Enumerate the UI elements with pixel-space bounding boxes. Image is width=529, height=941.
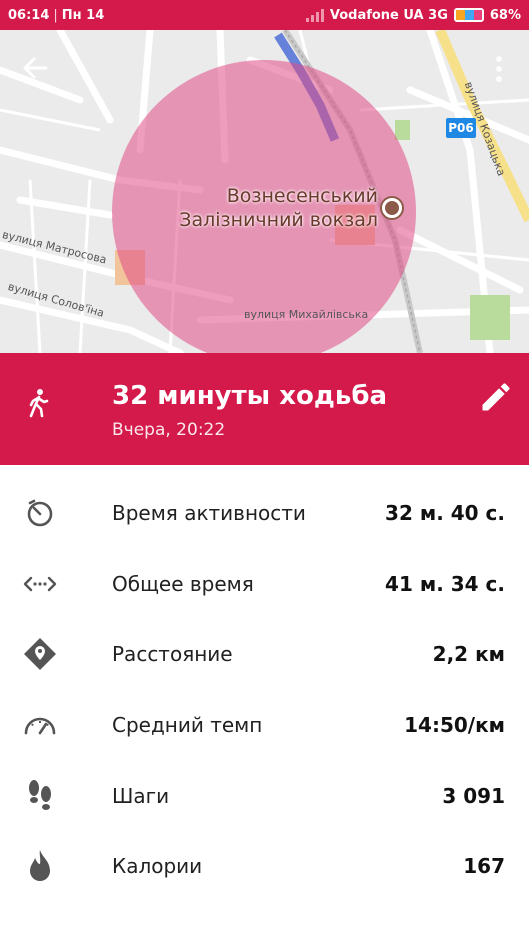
street-label-mykhailivska: вулиця Михайлівська [244, 308, 369, 321]
activity-title: 32 минуты ходьба [112, 381, 388, 411]
stat-row-distance: Расстояние 2,2 км [0, 619, 529, 690]
status-bar: 06:14 | Пн 14 Vodafone UA 3G 68% [0, 0, 529, 30]
pencil-icon [482, 383, 510, 411]
arrow-left-icon [23, 57, 48, 79]
battery-icon [453, 8, 484, 22]
stat-label: Калории [112, 854, 203, 879]
stat-row-total-time: Общее время 41 м. 34 с. [0, 549, 529, 620]
stat-value: 14:50/км [404, 713, 505, 738]
stat-value: 41 м. 34 с. [385, 571, 505, 596]
status-carrier: Vodafone UA 3G [329, 7, 448, 23]
distance-pin-icon [22, 636, 58, 672]
stat-label: Средний темп [112, 713, 263, 738]
stat-value: 167 [463, 854, 505, 879]
station-pin-icon[interactable] [382, 198, 402, 218]
speedometer-icon [22, 707, 58, 743]
walking-icon [25, 388, 51, 418]
status-time: 06:14 [8, 7, 50, 23]
footsteps-icon [22, 778, 58, 814]
back-button[interactable] [22, 56, 62, 88]
status-separator: | [53, 7, 58, 23]
station-name-line1: Вознесенський [226, 185, 378, 207]
flame-icon [22, 848, 58, 884]
stat-row-calories: Калории 167 [0, 831, 529, 902]
edit-button[interactable] [478, 379, 514, 415]
activity-date: Вчера, 20:22 [112, 420, 226, 440]
stat-value: 32 м. 40 с. [385, 501, 505, 526]
station-name-line2: Залізничний вокзал [179, 209, 378, 231]
route-map[interactable]: Р06 вулиця Козацька вулиця Матросова вул… [0, 30, 529, 353]
stat-value: 2,2 км [432, 642, 505, 667]
activity-stats: Время активности 32 м. 40 с. Общее время… [0, 465, 529, 902]
stat-label: Время активности [112, 501, 306, 526]
stat-label: Общее время [112, 571, 254, 596]
stat-label: Расстояние [112, 642, 233, 667]
stat-row-active-time: Время активности 32 м. 40 с. [0, 478, 529, 549]
stat-row-steps: Шаги 3 091 [0, 760, 529, 831]
signal-icon [305, 8, 324, 22]
station-label[interactable]: Вознесенський Залізничний вокзал [178, 184, 378, 232]
road-badge: Р06 [446, 118, 476, 138]
stat-label: Шаги [112, 783, 170, 808]
timer-icon [22, 495, 58, 531]
stat-value: 3 091 [442, 783, 505, 808]
duration-arrows-icon [22, 566, 58, 602]
more-vert-icon[interactable] [495, 56, 503, 88]
stat-row-pace: Средний темп 14:50/км [0, 690, 529, 761]
activity-header: 32 минуты ходьба Вчера, 20:22 [0, 353, 529, 465]
status-day: Пн 14 [61, 7, 105, 23]
status-battery: 68% [489, 7, 521, 23]
